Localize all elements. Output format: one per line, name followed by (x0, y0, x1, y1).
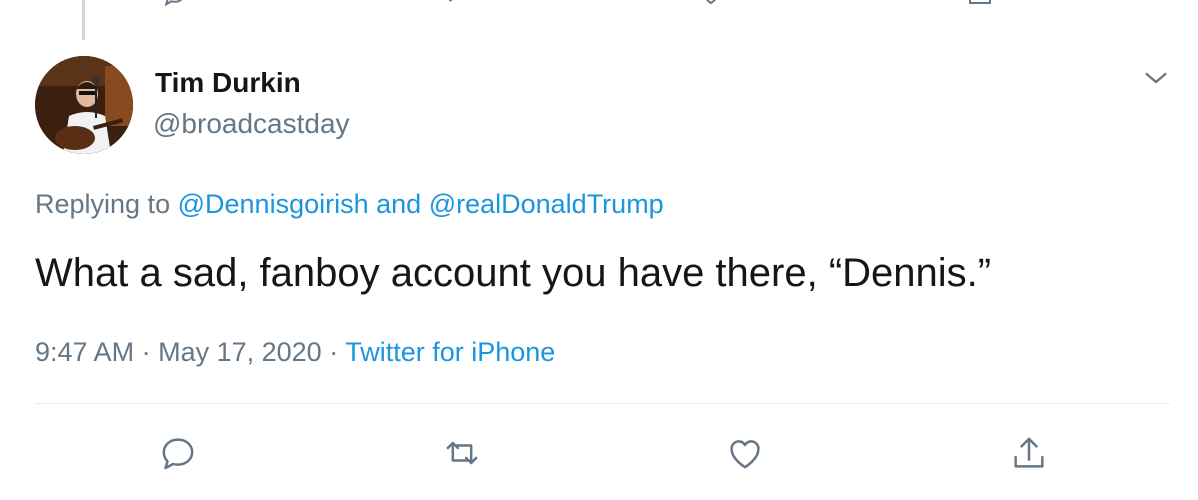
divider (35, 403, 1170, 404)
reply-icon (162, 438, 194, 470)
replying-to-line: Replying to @Dennisgoirish and @realDona… (35, 189, 664, 220)
mention-link-dennisgoirish[interactable]: @Dennisgoirish (178, 189, 369, 219)
previous-reply-action[interactable]: 2 (160, 0, 217, 8)
retweet-button[interactable] (441, 432, 483, 474)
previous-share-action[interactable] (965, 0, 995, 8)
retweet-icon (446, 441, 478, 465)
tweet-meta: 9:47 AM · May 17, 2020 · Twitter for iPh… (35, 337, 555, 368)
tweet-source-link[interactable]: Twitter for iPhone (345, 337, 555, 367)
tweet-date[interactable]: May 17, 2020 (158, 337, 322, 367)
like-button[interactable] (724, 432, 766, 474)
share-button[interactable] (1008, 432, 1050, 474)
replying-prefix: Replying to (35, 189, 171, 219)
share-icon (1014, 437, 1044, 468)
avatar[interactable] (35, 56, 133, 154)
meta-separator: · (141, 337, 151, 367)
tweet-text: What a sad, fanboy account you have ther… (35, 251, 992, 295)
avatar-photo (35, 56, 133, 154)
tweet-time[interactable]: 9:47 AM (35, 337, 134, 367)
share-icon (969, 0, 991, 4)
replying-conjunction[interactable]: and (376, 189, 421, 219)
previous-retweet-action[interactable]: 1 (428, 0, 485, 8)
more-options-button[interactable] (1140, 62, 1172, 94)
heart-icon (705, 0, 717, 5)
chevron-down-icon (1145, 72, 1167, 84)
author-name[interactable]: Tim Durkin (155, 67, 301, 99)
meta-separator: · (329, 337, 339, 367)
mention-link-realdonaldtrump[interactable]: @realDonaldTrump (429, 189, 664, 219)
previous-like-count: 2 (740, 0, 753, 7)
author-handle[interactable]: @broadcastday (153, 108, 350, 140)
previous-like-action[interactable]: 2 (696, 0, 753, 8)
reply-button[interactable] (157, 432, 199, 474)
reply-icon (164, 0, 183, 7)
heart-icon (730, 440, 760, 469)
previous-retweet-count: 1 (472, 0, 485, 7)
retweet-icon (448, 0, 453, 2)
previous-reply-count: 2 (204, 0, 217, 7)
previous-tweet-actions: 2 1 2 (0, 0, 1198, 18)
